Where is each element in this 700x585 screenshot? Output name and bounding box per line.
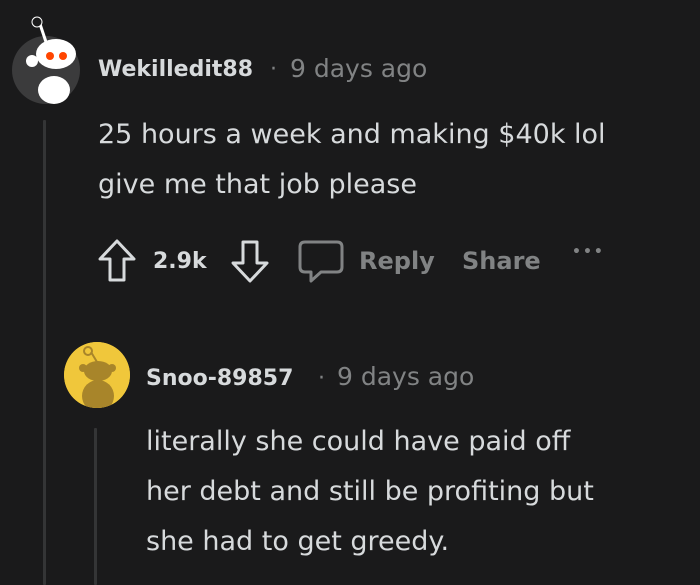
comment-body-line: 25 hours a week and making $40k lol [98,119,606,150]
arrow-up-icon [98,239,136,282]
vote-score: 2.9k [153,249,207,274]
comment-body-line: literally she could have paid off [146,426,571,457]
avatar-snoo-89857[interactable] [64,342,130,408]
avatar-wekilledit88[interactable] [10,14,82,106]
thread-line[interactable] [94,428,97,585]
reply-button[interactable]: Reply [359,247,435,275]
snoo-avatar-icon [64,342,130,408]
speech-bubble-icon [298,240,344,283]
thread-line[interactable] [43,120,46,585]
comment-body-line: her debt and still be profiting but [146,476,594,507]
comment-body-line: she had to get greedy. [146,526,450,557]
timestamp[interactable]: 9 days ago [337,362,474,391]
timestamp[interactable]: 9 days ago [290,54,427,83]
share-button[interactable]: Share [462,247,541,275]
upvote-button[interactable] [96,238,138,288]
snoo-avatar-icon [12,16,80,104]
separator-dot: · [270,57,277,82]
comment-body-line: give me that job please [98,169,417,200]
username[interactable]: Wekilledit88 [98,57,253,82]
separator-dot: · [318,366,325,391]
username[interactable]: Snoo-89857 [146,366,293,391]
downvote-button[interactable] [229,238,271,288]
more-options-button[interactable]: ••• [572,244,605,260]
reply-icon-button[interactable] [297,238,345,288]
arrow-down-icon [231,240,269,283]
